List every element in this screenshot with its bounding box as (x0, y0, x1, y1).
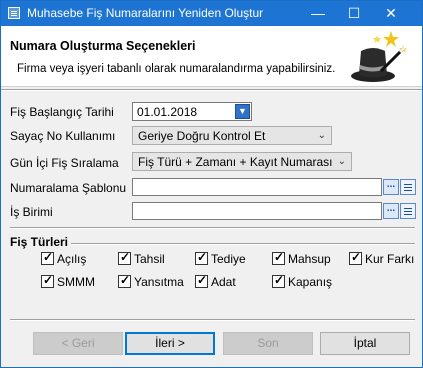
unit-input[interactable] (132, 202, 382, 220)
unit-label: İş Birimi (10, 205, 53, 219)
group-divider (71, 243, 415, 245)
serial-usage-value: Geriye Doğru Kontrol Et (138, 129, 266, 143)
cancel-button[interactable]: İptal (320, 332, 410, 355)
app-icon (8, 7, 20, 19)
checkbox-checked-icon (195, 250, 208, 265)
header-divider (1, 89, 422, 91)
checkbox-label: Tahsil (134, 252, 165, 266)
calendar-dropdown-icon[interactable]: ▼ (235, 104, 250, 119)
section-divider (10, 227, 415, 229)
maximize-button[interactable]: ☐ (336, 1, 372, 26)
minimize-button[interactable]: — (300, 1, 336, 26)
magic-hat-icon (351, 31, 407, 82)
chevron-down-icon: ⌄ (317, 130, 326, 141)
checkbox-label: Adat (211, 275, 236, 289)
checkbox-label: SMMM (57, 275, 95, 289)
template-list-icon[interactable] (400, 179, 416, 195)
checkbox-label: Kapanış (288, 275, 333, 289)
header-subtitle: Firma veya işyeri tabanlı olarak numaral… (17, 63, 336, 75)
checkbox-label: Tediye (211, 252, 246, 266)
start-date-value: 01.01.2018 (137, 105, 198, 119)
checkbox-label: Açılış (57, 252, 87, 266)
chevron-down-icon: ⌄ (337, 156, 346, 167)
unit-list-icon[interactable] (400, 203, 416, 219)
dialog-window: Muhasebe Fiş Numaralarını Yeniden Oluştu… (0, 0, 423, 368)
checkbox-checked-icon (41, 273, 54, 288)
daily-sort-select[interactable]: Fiş Türü + Zamanı + Kayıt Numarası ⌄ (132, 152, 352, 171)
checkbox-label: Mahsup (288, 252, 331, 266)
checkbox-checked-icon (118, 250, 131, 265)
serial-usage-select[interactable]: Geriye Doğru Kontrol Et ⌄ (132, 126, 332, 145)
daily-sort-label: Gün İçi Fiş Sıralama (10, 156, 119, 170)
finish-button[interactable]: Son (223, 332, 313, 355)
header-title: Numara Oluşturma Seçenekleri (10, 39, 196, 53)
next-button[interactable]: İleri > (125, 332, 215, 355)
start-date-label: Fiş Başlangıç Tarihi (10, 105, 114, 119)
checkbox-checked-icon (118, 273, 131, 288)
title-bar[interactable]: Muhasebe Fiş Numaralarını Yeniden Oluştu… (1, 1, 422, 26)
template-label: Numaralama Şablonu (10, 181, 127, 195)
start-date-field[interactable]: 01.01.2018 ▼ (132, 102, 252, 121)
template-browse-button[interactable]: ... (383, 179, 399, 195)
checkbox-label: Kur Farkı (365, 252, 415, 266)
unit-browse-button[interactable]: ... (383, 203, 399, 219)
window-title: Muhasebe Fiş Numaralarını Yeniden Oluştu… (27, 6, 264, 20)
back-button[interactable]: < Geri (33, 332, 123, 355)
checkbox-checked-icon (41, 250, 54, 265)
checkbox-checked-icon (272, 273, 285, 288)
checkbox-checked-icon (195, 273, 208, 288)
fis-turleri-title: Fiş Türleri (10, 235, 69, 249)
template-input[interactable] (132, 178, 382, 196)
checkbox-checked-icon (349, 250, 362, 265)
daily-sort-value: Fiş Türü + Zamanı + Kayıt Numarası (138, 155, 333, 169)
close-button[interactable]: ✕ (373, 1, 409, 26)
checkbox-checked-icon (272, 250, 285, 265)
checkbox-label: Yansıtma (134, 275, 184, 289)
footer-divider (10, 319, 415, 321)
wizard-header: Numara Oluşturma Seçenekleri Firma veya … (1, 26, 422, 87)
serial-usage-label: Sayaç No Kullanımı (10, 129, 116, 143)
